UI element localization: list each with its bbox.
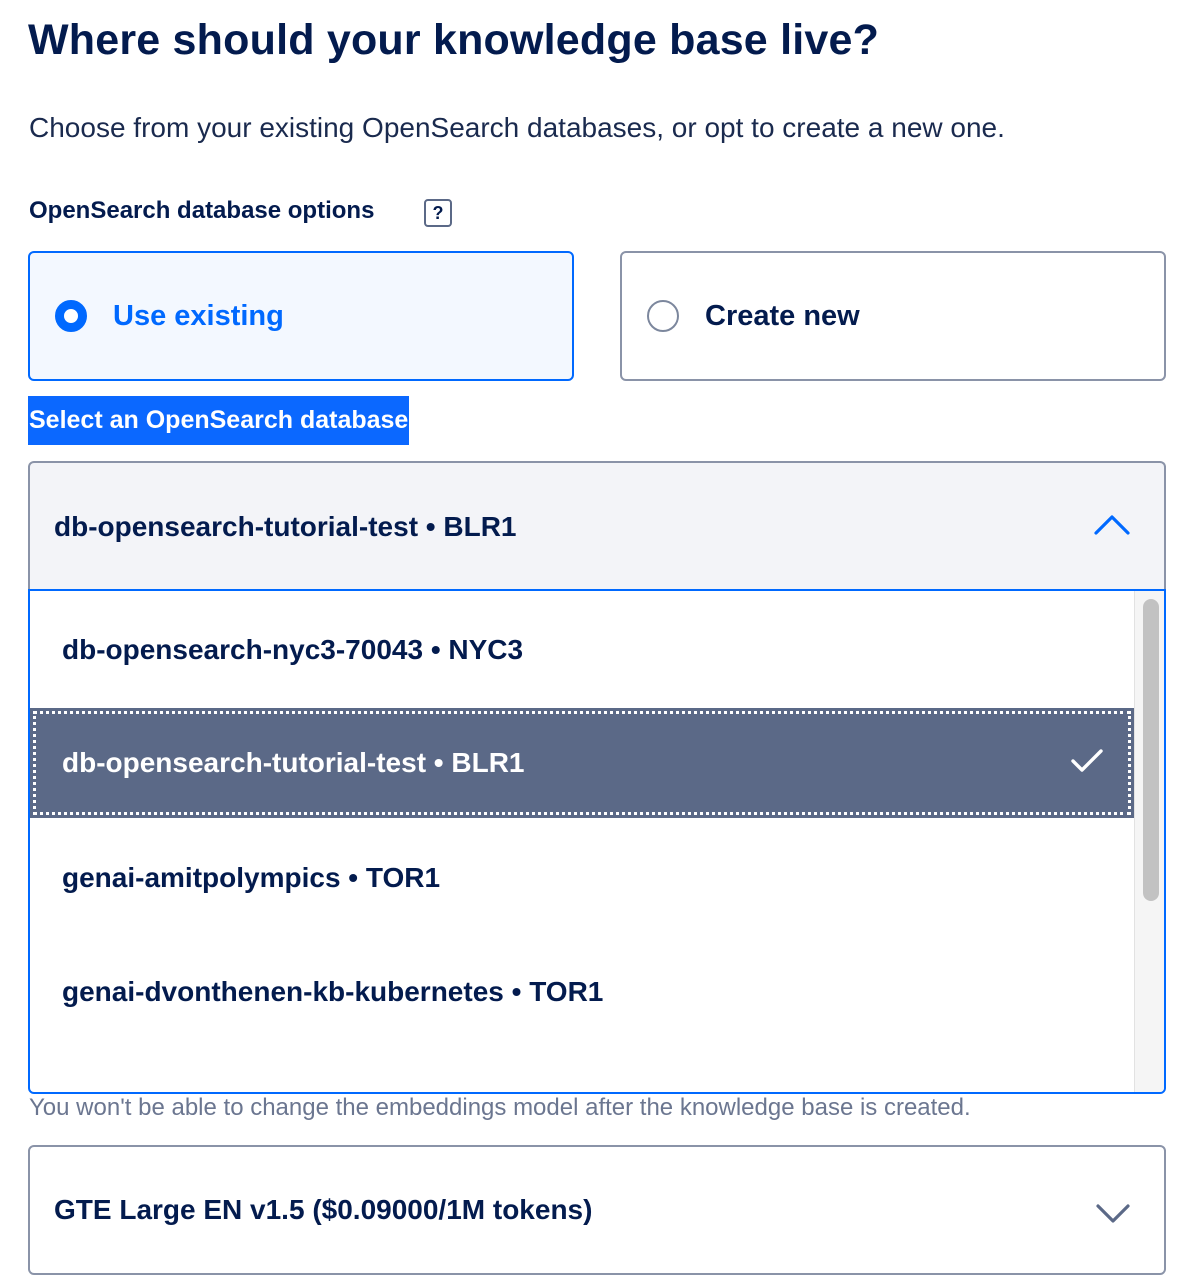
- chevron-down-icon: [1096, 1204, 1130, 1223]
- database-select[interactable]: db-opensearch-tutorial-test • BLR1: [28, 461, 1166, 591]
- database-select-value: db-opensearch-tutorial-test • BLR1: [54, 511, 517, 542]
- select-database-label: Select an OpenSearch database: [28, 396, 410, 445]
- embeddings-note: You won't be able to change the embeddin…: [29, 1094, 971, 1121]
- checkmark-icon: [1071, 749, 1103, 772]
- radio-unselected-icon: [647, 300, 679, 332]
- database-option-selected[interactable]: db-opensearch-tutorial-test • BLR1: [30, 708, 1134, 818]
- database-option-label: db-opensearch-tutorial-test • BLR1: [62, 747, 525, 778]
- radio-selected-icon: [55, 300, 87, 332]
- database-option[interactable]: genai-amitpolympics • TOR1: [30, 823, 1134, 933]
- database-option[interactable]: genai-dvonthenen-kb-kubernetes • TOR1: [30, 937, 1134, 1047]
- database-option-label: db-opensearch-nyc3-70043 • NYC3: [62, 634, 524, 665]
- use-existing-label: Use existing: [113, 299, 284, 332]
- database-option[interactable]: db-opensearch-nyc3-70043 • NYC3: [30, 595, 1134, 705]
- list-scrollbar[interactable]: [1134, 591, 1164, 1092]
- knowledge-base-location-page: Where should your knowledge base live? C…: [0, 0, 1192, 1282]
- database-option-label: genai-dvonthenen-kb-kubernetes • TOR1: [62, 976, 604, 1007]
- question-mark-icon[interactable]: ?: [424, 199, 452, 227]
- embeddings-model-select[interactable]: GTE Large EN v1.5 ($0.09000/1M tokens): [28, 1145, 1166, 1275]
- scrollbar-thumb[interactable]: [1143, 599, 1159, 901]
- embeddings-model-value: GTE Large EN v1.5 ($0.09000/1M tokens): [54, 1194, 593, 1225]
- use-existing-option[interactable]: Use existing: [28, 251, 574, 381]
- page-subtitle: Choose from your existing OpenSearch dat…: [29, 112, 1005, 143]
- create-new-option[interactable]: Create new: [620, 251, 1166, 381]
- database-options-label: OpenSearch database options: [29, 197, 375, 224]
- create-new-label: Create new: [705, 299, 860, 332]
- database-options-list: db-opensearch-nyc3-70043 • NYC3 db-opens…: [28, 589, 1166, 1094]
- chevron-up-icon: [1094, 515, 1130, 535]
- database-option-label: genai-amitpolympics • TOR1: [62, 862, 441, 893]
- page-title: Where should your knowledge base live?: [28, 16, 880, 64]
